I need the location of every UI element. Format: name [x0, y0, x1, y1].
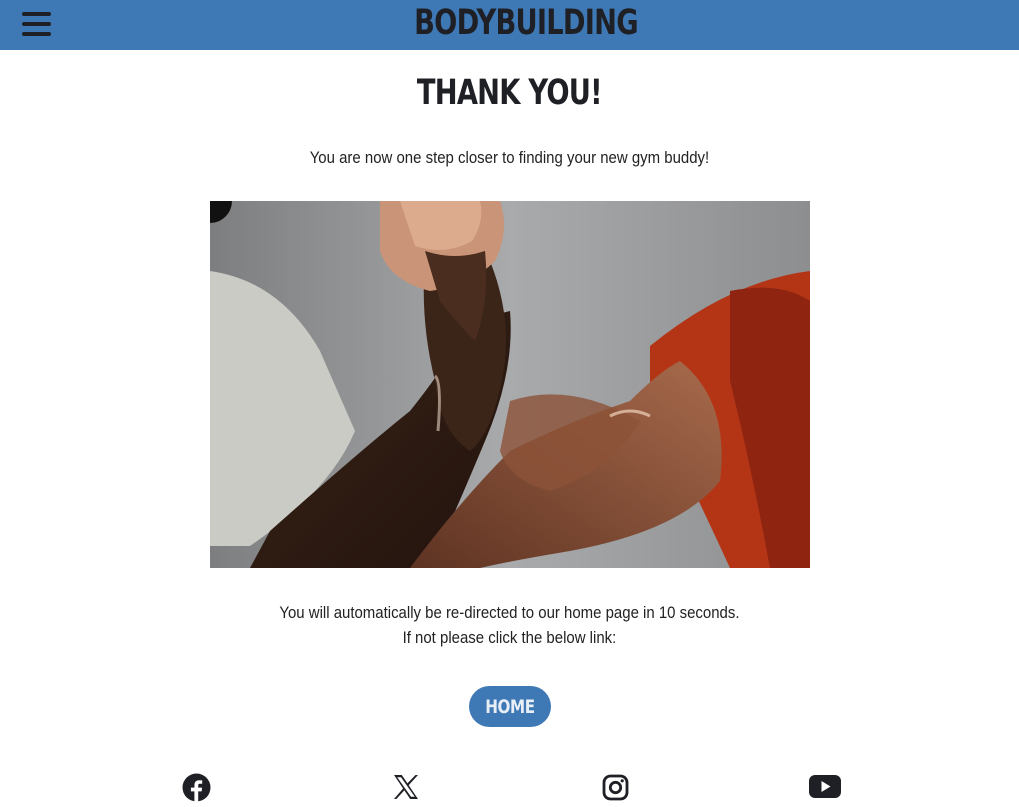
instagram-icon[interactable] — [598, 770, 632, 804]
intro-text: You are now one step closer to finding y… — [309, 148, 710, 167]
menu-bar — [22, 22, 51, 26]
menu-bar — [22, 12, 51, 16]
facebook-icon[interactable] — [179, 770, 213, 804]
thank-you-page: BODYBUILDING THANK YOU! You are now one … — [0, 0, 1019, 807]
redirect-message: You will automatically be re-directed to… — [61, 600, 958, 650]
site-header: BODYBUILDING — [0, 0, 1019, 50]
home-button[interactable]: HOME — [469, 686, 551, 727]
redirect-line: You will automatically be re-directed to… — [279, 603, 740, 622]
youtube-icon[interactable] — [808, 770, 842, 804]
hamburger-menu-icon[interactable] — [22, 11, 52, 39]
home-button-label: HOME — [485, 695, 535, 718]
menu-bar — [22, 32, 51, 36]
hero-image — [210, 201, 810, 568]
page-title: THANK YOU! — [416, 73, 603, 113]
site-brand[interactable]: BODYBUILDING — [116, 2, 937, 44]
x-twitter-icon[interactable] — [389, 770, 423, 804]
redirect-line: If not please click the below link: — [402, 628, 617, 647]
